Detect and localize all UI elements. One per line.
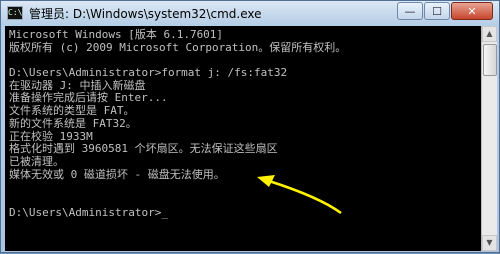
console-line: 新的文件系统是 FAT32。 bbox=[9, 116, 137, 130]
console-line: 媒体无效或 0 磁道损坏 - 磁盘无法使用。 bbox=[9, 167, 225, 181]
maximize-button[interactable]: ☐ bbox=[424, 2, 450, 20]
vertical-scrollbar[interactable]: ▲ ▼ bbox=[481, 26, 497, 251]
scroll-up-arrow-icon[interactable]: ▲ bbox=[482, 26, 497, 42]
console-line: 已被清理。 bbox=[9, 154, 64, 168]
console-output[interactable]: Microsoft Windows [版本 6.1.7601] 版权所有 (c) … bbox=[5, 26, 481, 251]
window-title: 管理员: D:\Windows\system32\cmd.exe bbox=[29, 6, 262, 21]
text-cursor: _ bbox=[161, 205, 168, 219]
console-line: 文件系统的类型是 FAT。 bbox=[9, 104, 135, 118]
console-line: D:\Users\Administrator>_ bbox=[9, 205, 168, 219]
minimize-button[interactable]: — bbox=[397, 2, 423, 20]
close-button[interactable]: ✕ bbox=[451, 2, 493, 20]
console-line: Microsoft Windows [版本 6.1.7601] bbox=[9, 28, 224, 41]
console-line: 版权所有 (c) 2009 Microsoft Corporation。保留所有… bbox=[9, 40, 347, 54]
scroll-thumb[interactable] bbox=[483, 44, 497, 76]
title-bar[interactable]: C:\ 管理员: D:\Windows\system32\cmd.exe — ☐… bbox=[1, 1, 499, 25]
console-line: 格式化时遇到 3960581 个坏扇区。无法保证这些扇区 bbox=[9, 142, 278, 156]
cmd-icon: C:\ bbox=[7, 6, 23, 20]
cmd-window: C:\ 管理员: D:\Windows\system32\cmd.exe — ☐… bbox=[0, 0, 500, 253]
window-controls: — ☐ ✕ bbox=[396, 2, 493, 20]
scroll-down-arrow-icon[interactable]: ▼ bbox=[482, 235, 497, 251]
console-lines: Microsoft Windows [版本 6.1.7601] 版权所有 (c) … bbox=[9, 28, 347, 219]
console-line: D:\Users\Administrator>format j: /fs:fat… bbox=[9, 66, 288, 80]
